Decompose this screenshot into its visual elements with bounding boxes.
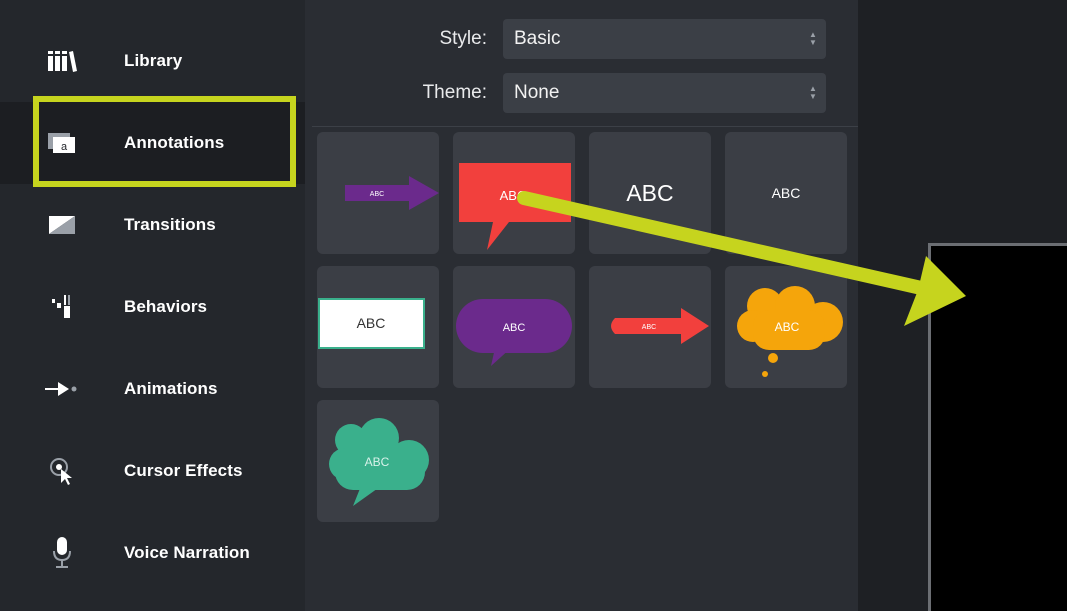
annotation-tile-red-speech-bubble[interactable]: ABC — [453, 132, 575, 254]
annotation-tile-white-box[interactable]: ABC — [317, 266, 439, 388]
cursor-effects-icon — [42, 430, 82, 512]
library-icon — [42, 20, 82, 102]
sidebar-item-cursor-effects[interactable]: Cursor Effects — [0, 430, 305, 512]
theme-value: None — [514, 82, 560, 103]
sidebar-item-label: Voice Narration — [124, 543, 250, 562]
sidebar-item-transitions[interactable]: Transitions — [0, 184, 305, 266]
annotation-tile-text: ABC — [503, 322, 526, 334]
annotation-tile-text: ABC — [772, 185, 801, 201]
annotation-tile-text: ABC — [642, 324, 656, 331]
sidebar-item-animations[interactable]: Animations — [0, 348, 305, 430]
theme-select[interactable]: None ▲ ▼ — [503, 73, 826, 113]
annotation-tile-purple-arrow[interactable]: ABC — [317, 132, 439, 254]
annotation-tile-green-speech-cloud[interactable]: ABC — [317, 400, 439, 522]
select-arrows-icon: ▲ ▼ — [809, 30, 817, 47]
behaviors-icon — [42, 266, 82, 348]
annotation-tile-small-text[interactable]: ABC — [725, 132, 847, 254]
annotation-tile-text: ABC — [370, 191, 384, 198]
annotation-tile-text: ABC — [357, 315, 386, 331]
sidebar-item-library[interactable]: Library — [0, 20, 305, 102]
style-label: Style: — [439, 28, 487, 49]
annotation-tile-text: ABC — [365, 455, 390, 469]
animations-icon — [42, 348, 82, 430]
annotation-tile-red-arrow[interactable]: ABC — [589, 266, 711, 388]
transitions-icon — [42, 184, 82, 266]
sidebar-item-label: Transitions — [124, 215, 216, 234]
sidebar-item-voice-narration[interactable]: Voice Narration — [0, 512, 305, 594]
theme-label: Theme: — [422, 82, 487, 103]
annotation-tile-text: ABC — [775, 320, 800, 334]
style-select[interactable]: Basic ▲ ▼ — [503, 19, 826, 59]
panel-divider — [312, 126, 858, 127]
sidebar-item-label: Cursor Effects — [124, 461, 243, 480]
voice-narration-icon — [42, 512, 82, 594]
annotation-tile-orange-thought-cloud[interactable]: ABC — [725, 266, 847, 388]
sidebar-item-behaviors[interactable]: Behaviors — [0, 266, 305, 348]
annotation-tile-large-text[interactable]: ABC — [589, 132, 711, 254]
canvas-preview[interactable] — [928, 243, 1067, 611]
annotation-tile-text: ABC — [500, 188, 527, 203]
highlight-box — [33, 96, 296, 187]
sidebar-item-label: Animations — [124, 379, 218, 398]
style-value: Basic — [514, 28, 561, 49]
sidebar-item-label: Library — [124, 51, 183, 70]
annotation-tile-purple-speech-bubble[interactable]: ABC — [453, 266, 575, 388]
annotation-tile-text: ABC — [626, 180, 673, 206]
sidebar-item-label: Behaviors — [124, 297, 208, 316]
sidebar: Library a Annotations Transitions Behavi… — [0, 0, 305, 611]
select-arrows-icon: ▲ ▼ — [809, 84, 817, 101]
